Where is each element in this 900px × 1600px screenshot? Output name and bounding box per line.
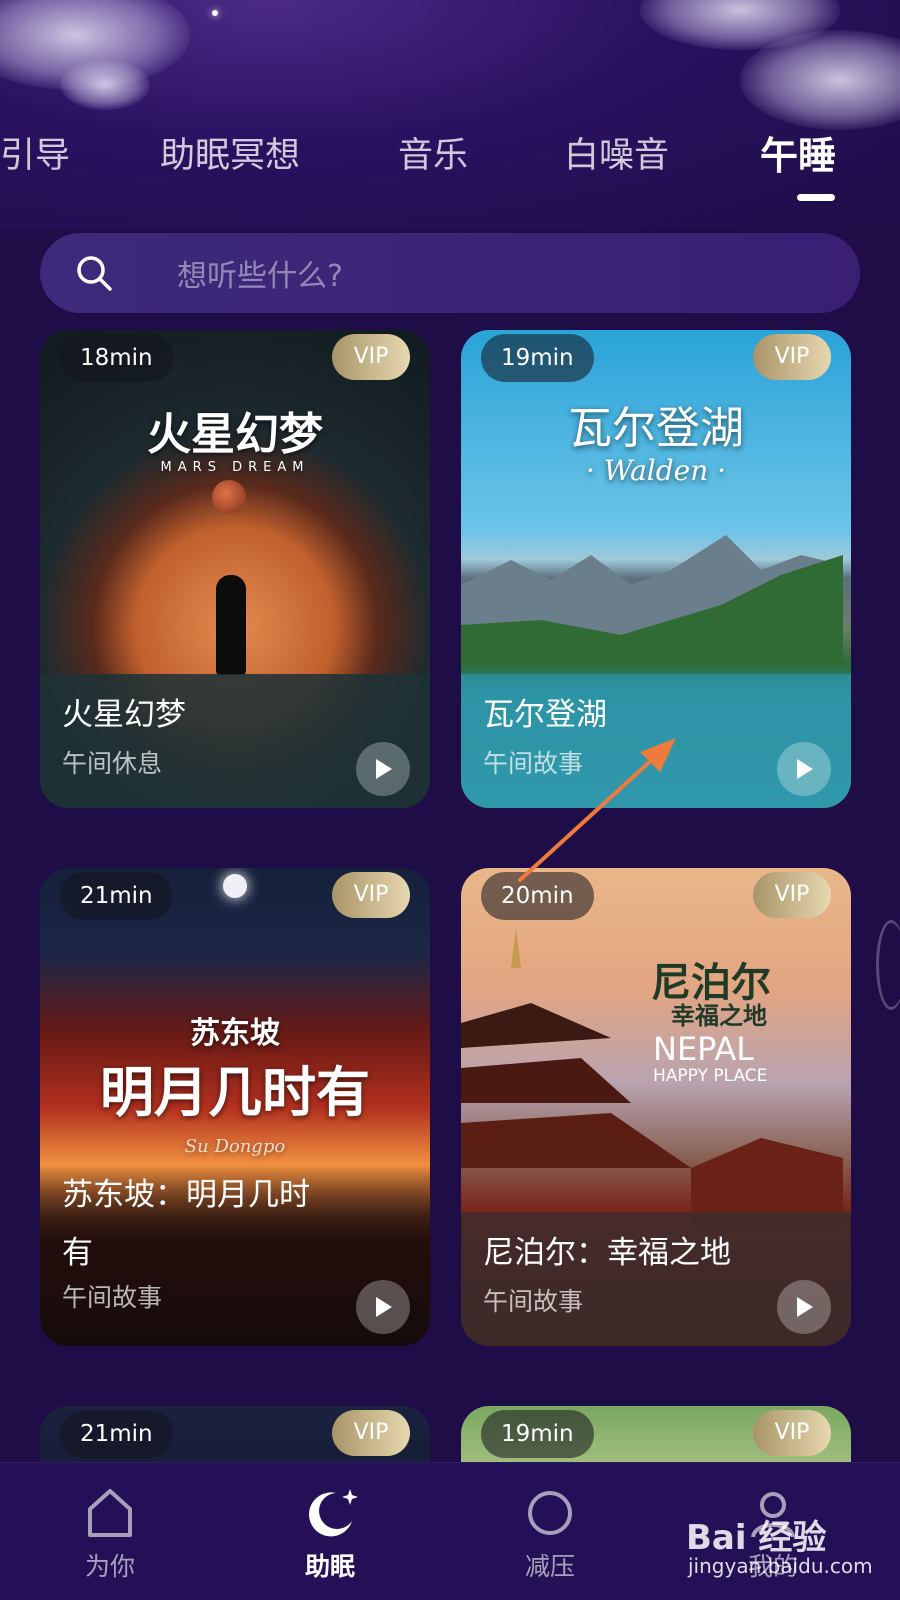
vip-badge: VIP — [753, 334, 831, 380]
nav-label: 为你 — [84, 1552, 135, 1581]
artwork-title: 火星幻梦 — [147, 409, 323, 460]
play-icon — [376, 759, 392, 779]
watermark-url: jingyan.baidu.com — [688, 1554, 873, 1578]
nav-label: 助眠 — [304, 1552, 355, 1581]
play-icon — [376, 1297, 392, 1317]
home-icon — [88, 1489, 132, 1537]
artwork-title: 明月几时有 — [100, 1060, 370, 1124]
tab-white-noise[interactable]: 白噪音 — [564, 128, 669, 184]
moon-icon — [309, 1489, 358, 1537]
silhouette-graphic — [216, 575, 246, 675]
nav-label: 减压 — [524, 1552, 575, 1581]
vip-badge: VIP — [753, 1410, 831, 1456]
duration-badge: 19min — [481, 334, 594, 382]
play-button[interactable] — [356, 1280, 410, 1334]
category-tabs: 引导 助眠冥想 音乐 白噪音 午睡 — [0, 128, 900, 208]
content-card[interactable]: 火星幻梦 MARS DREAM 18min VIP 火星幻梦 午间休息 — [40, 330, 430, 808]
planet-graphic — [212, 480, 246, 514]
cloud-decoration — [60, 60, 150, 110]
artwork-subtitle: Su Dongpo — [184, 1136, 286, 1157]
play-icon — [797, 1297, 813, 1317]
tab-nap[interactable]: 午睡 — [760, 128, 836, 184]
artwork-title-top: 苏东坡 — [190, 1016, 280, 1051]
duration-badge: 21min — [60, 1410, 173, 1458]
search-placeholder: 想听些什么? — [177, 259, 343, 294]
play-icon — [797, 759, 813, 779]
nav-item-sleep-aid[interactable]: 助眠 — [270, 1485, 390, 1581]
card-title: 苏东坡：明月几时 有 — [62, 1166, 408, 1282]
mountain-graphic — [461, 535, 843, 665]
side-swipe-indicator[interactable] — [876, 920, 900, 1010]
card-title: 尼泊尔：幸福之地 — [483, 1235, 731, 1271]
content-card[interactable]: 苏东坡 明月几时有 Su Dongpo 21min VIP 苏东坡：明月几时 有… — [40, 868, 430, 1346]
vip-badge: VIP — [332, 872, 410, 918]
duration-badge: 21min — [60, 872, 173, 920]
tab-sleep-meditation[interactable]: 助眠冥想 — [160, 128, 300, 184]
vip-badge: VIP — [332, 334, 410, 380]
card-title: 瓦尔登湖 — [483, 697, 607, 733]
tab-music[interactable]: 音乐 — [398, 128, 468, 184]
card-title: 火星幻梦 — [62, 697, 186, 733]
active-tab-indicator — [797, 194, 835, 201]
search-icon — [77, 256, 112, 291]
tab-guide[interactable]: 引导 — [0, 128, 70, 184]
vip-badge: VIP — [753, 872, 831, 918]
artwork-subtitle: MARS DREAM — [160, 460, 310, 475]
duration-badge: 20min — [481, 872, 594, 920]
duration-badge: 19min — [481, 1410, 594, 1458]
card-title-line1: 苏东坡：明月几时 — [62, 1177, 310, 1213]
play-button[interactable] — [356, 742, 410, 796]
play-button[interactable] — [777, 742, 831, 796]
nav-item-for-you[interactable]: 为你 — [50, 1485, 170, 1581]
vip-badge: VIP — [332, 1410, 410, 1456]
search-bar[interactable]: 想听些什么? — [40, 233, 860, 313]
artwork-subtitle: · Walden · — [585, 454, 727, 487]
artwork-title: 瓦尔登湖 — [568, 403, 744, 454]
nav-item-relax[interactable]: 减压 — [490, 1485, 610, 1581]
content-card[interactable]: 瓦尔登湖 · Walden · 19min VIP 瓦尔登湖 午间故事 — [461, 330, 851, 808]
moon-graphic — [223, 874, 247, 898]
content-card[interactable]: 尼泊尔 幸福之地 NEPAL HAPPY PLACE 20min VIP 尼泊尔… — [461, 868, 851, 1346]
star-decoration — [212, 10, 218, 16]
card-title-line2: 有 — [62, 1235, 93, 1271]
watermark-logo: Bai 经验 — [686, 1518, 827, 1558]
pagoda-graphic — [461, 928, 843, 1228]
play-button[interactable] — [777, 1280, 831, 1334]
duration-badge: 18min — [60, 334, 173, 382]
circle-icon — [528, 1491, 572, 1535]
